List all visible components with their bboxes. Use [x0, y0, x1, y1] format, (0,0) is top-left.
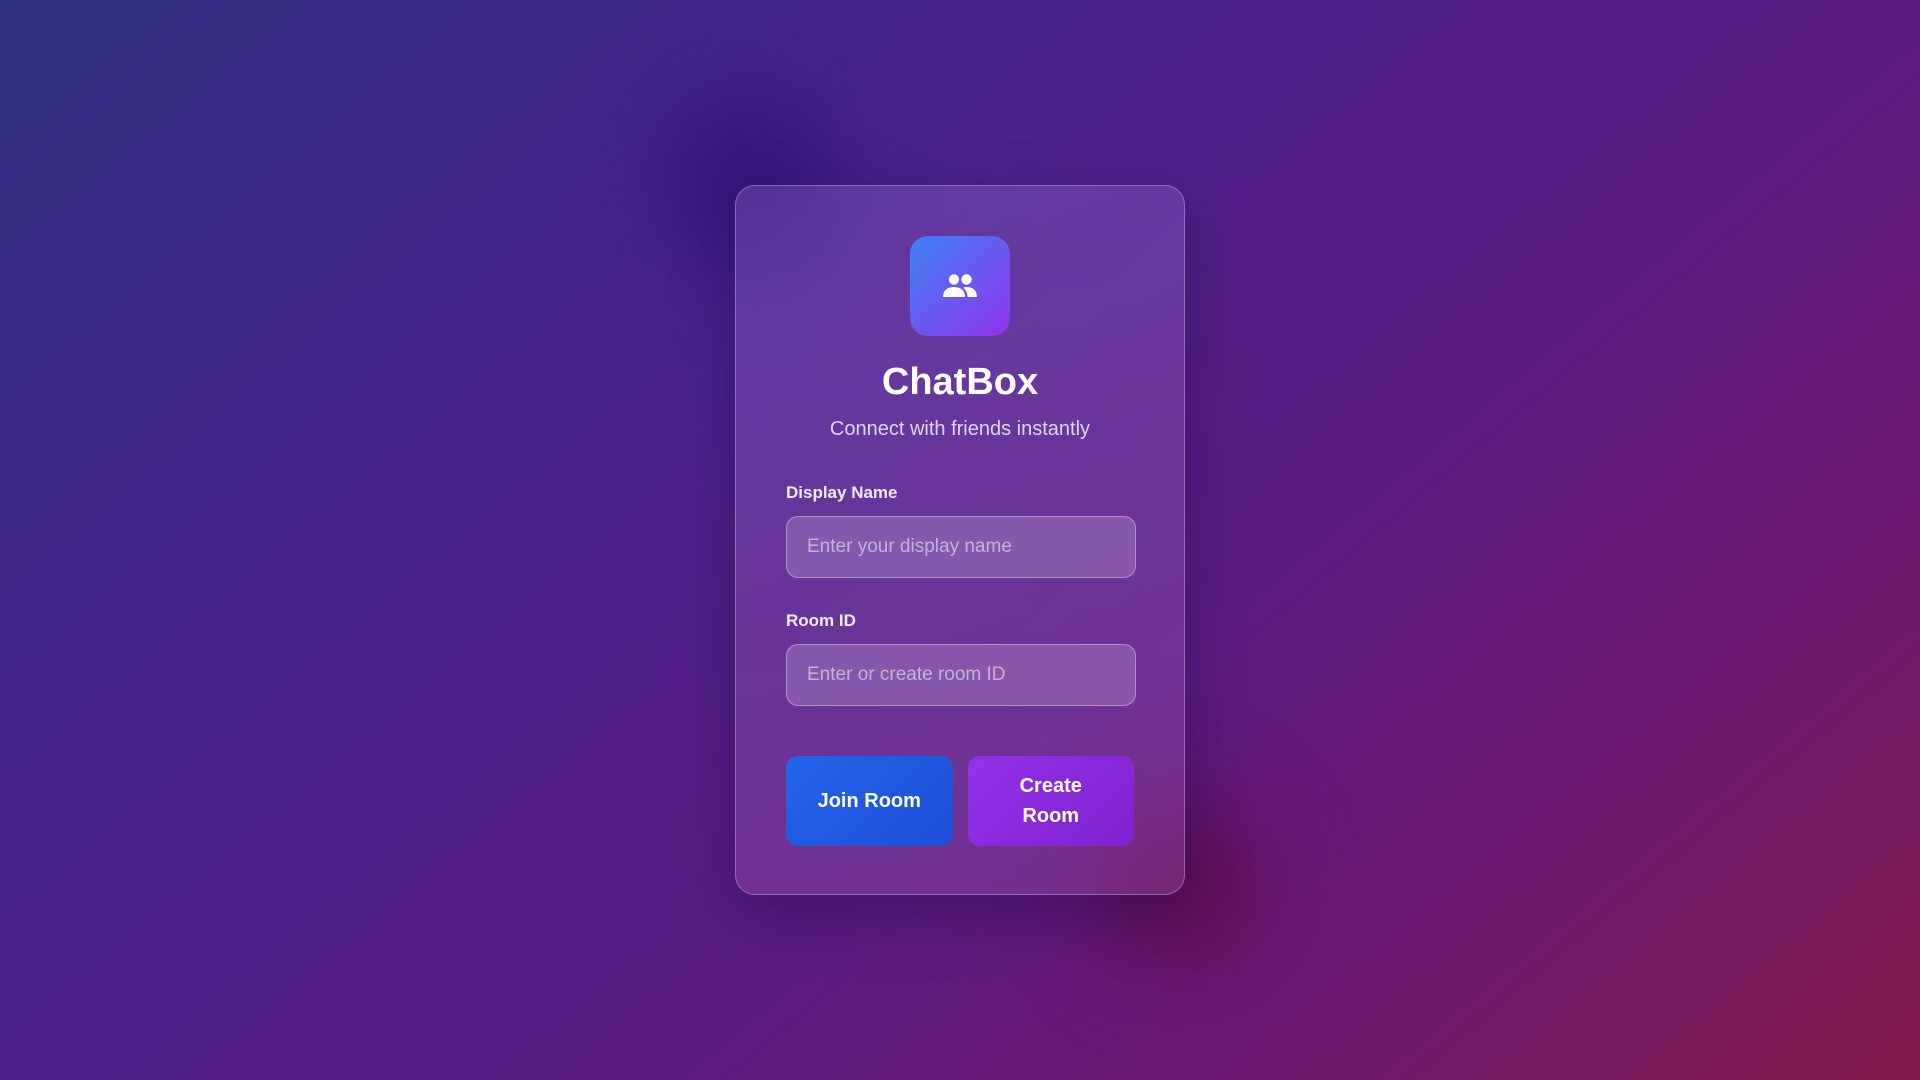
app-title: ChatBox	[881, 361, 1039, 403]
create-room-button[interactable]: Create Room	[967, 756, 1134, 846]
room-id-label: Room ID	[786, 611, 856, 630]
app-logo	[910, 236, 1010, 336]
display-name-input[interactable]	[786, 516, 1136, 578]
users-icon	[943, 274, 977, 297]
room-id-input[interactable]	[786, 644, 1136, 706]
app-subtitle: Connect with friends instantly	[829, 418, 1091, 440]
logo-container	[786, 236, 1134, 336]
action-buttons: Join Room Create Room	[786, 756, 1134, 846]
login-card: ChatBox Connect with friends instantly D…	[735, 185, 1185, 895]
display-name-label: Display Name	[786, 483, 898, 502]
join-room-button[interactable]: Join Room	[786, 756, 953, 846]
